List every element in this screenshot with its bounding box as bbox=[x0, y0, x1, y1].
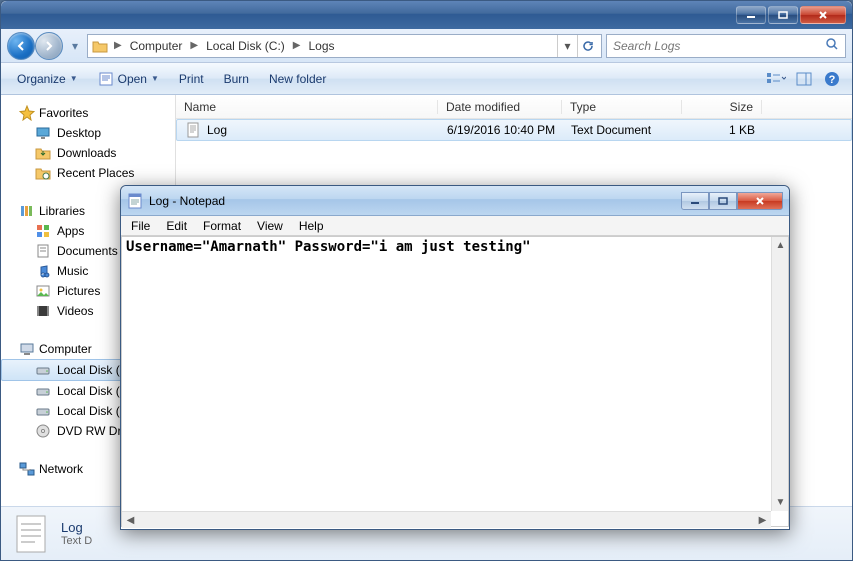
column-date[interactable]: Date modified bbox=[438, 100, 562, 114]
menu-edit[interactable]: Edit bbox=[158, 217, 195, 235]
column-size[interactable]: Size bbox=[682, 100, 762, 114]
notepad-titlebar[interactable]: Log - Notepad bbox=[121, 186, 789, 216]
search-icon bbox=[825, 37, 839, 54]
file-row[interactable]: Log 6/19/2016 10:40 PM Text Document 1 K… bbox=[176, 119, 852, 141]
breadcrumb-logs[interactable]: Logs bbox=[306, 39, 336, 53]
vertical-scrollbar[interactable]: ▲ ▼ bbox=[771, 237, 788, 511]
search-input[interactable] bbox=[613, 39, 839, 53]
notepad-minimize-button[interactable] bbox=[681, 192, 709, 210]
notepad-close-button[interactable] bbox=[737, 192, 783, 210]
print-button[interactable]: Print bbox=[171, 68, 212, 90]
scroll-left-icon[interactable]: ◀ bbox=[122, 512, 139, 529]
nav-recent-places[interactable]: Recent Places bbox=[1, 163, 175, 183]
column-name[interactable]: Name bbox=[176, 100, 438, 114]
file-name: Log bbox=[207, 123, 227, 137]
libraries-icon bbox=[19, 203, 35, 219]
dvd-icon bbox=[35, 423, 51, 439]
preview-pane-toggle[interactable] bbox=[792, 67, 816, 91]
documents-icon bbox=[35, 243, 51, 259]
menu-format[interactable]: Format bbox=[195, 217, 249, 235]
music-icon bbox=[35, 263, 51, 279]
drive-icon bbox=[35, 383, 51, 399]
back-button[interactable] bbox=[7, 32, 35, 60]
breadcrumb-computer[interactable]: Computer bbox=[128, 39, 185, 53]
details-file-type: Text D bbox=[61, 535, 92, 547]
scroll-right-icon[interactable]: ▶ bbox=[754, 512, 771, 529]
file-size: 1 KB bbox=[683, 123, 763, 137]
downloads-icon bbox=[35, 145, 51, 161]
minimize-button[interactable] bbox=[736, 6, 766, 24]
view-options[interactable] bbox=[764, 67, 788, 91]
burn-button[interactable]: Burn bbox=[216, 68, 257, 90]
open-menu[interactable]: Open ▼ bbox=[90, 68, 167, 90]
pictures-icon bbox=[35, 283, 51, 299]
notepad-title: Log - Notepad bbox=[149, 194, 675, 208]
chevron-right-icon[interactable]: ▶ bbox=[289, 40, 305, 51]
close-button[interactable] bbox=[800, 6, 846, 24]
column-type[interactable]: Type bbox=[562, 100, 682, 114]
new-folder-button[interactable]: New folder bbox=[261, 68, 334, 90]
svg-text:?: ? bbox=[829, 74, 836, 86]
navigation-row: ▾ ▶ Computer ▶ Local Disk (C:) ▶ Logs ▾ bbox=[1, 29, 852, 63]
recent-icon bbox=[35, 165, 51, 181]
scroll-up-icon[interactable]: ▲ bbox=[772, 237, 789, 254]
chevron-right-icon[interactable]: ▶ bbox=[110, 40, 126, 51]
search-box[interactable] bbox=[606, 34, 846, 58]
notepad-text-area[interactable]: Username="Amarnath" Password="i am just … bbox=[121, 236, 789, 527]
network-icon bbox=[19, 461, 35, 477]
notepad-maximize-button[interactable] bbox=[709, 192, 737, 210]
address-dropdown[interactable]: ▾ bbox=[557, 35, 577, 57]
organize-menu[interactable]: Organize ▼ bbox=[9, 68, 86, 90]
details-file-name: Log bbox=[61, 520, 92, 535]
favorites-group[interactable]: Favorites bbox=[1, 103, 175, 123]
file-type: Text Document bbox=[563, 123, 683, 137]
desktop-icon bbox=[35, 125, 51, 141]
refresh-button[interactable] bbox=[577, 35, 597, 57]
folder-icon bbox=[92, 39, 108, 53]
address-bar[interactable]: ▶ Computer ▶ Local Disk (C:) ▶ Logs ▾ bbox=[87, 34, 602, 58]
nav-desktop[interactable]: Desktop bbox=[1, 123, 175, 143]
column-headers: Name Date modified Type Size bbox=[176, 95, 852, 119]
breadcrumb-local-disk-c[interactable]: Local Disk (C:) bbox=[204, 39, 287, 53]
chevron-right-icon[interactable]: ▶ bbox=[186, 40, 202, 51]
drive-icon bbox=[35, 362, 51, 378]
star-icon bbox=[19, 105, 35, 121]
maximize-button[interactable] bbox=[768, 6, 798, 24]
history-dropdown[interactable]: ▾ bbox=[67, 32, 83, 60]
menu-file[interactable]: File bbox=[123, 217, 158, 235]
apps-icon bbox=[35, 223, 51, 239]
horizontal-scrollbar[interactable]: ◀ ▶ bbox=[122, 511, 771, 528]
text-file-icon bbox=[185, 122, 201, 138]
videos-icon bbox=[35, 303, 51, 319]
nav-downloads[interactable]: Downloads bbox=[1, 143, 175, 163]
drive-icon bbox=[35, 403, 51, 419]
notepad-icon bbox=[98, 72, 114, 86]
explorer-titlebar[interactable] bbox=[1, 1, 852, 29]
menu-help[interactable]: Help bbox=[291, 217, 332, 235]
forward-button[interactable] bbox=[35, 32, 63, 60]
scroll-down-icon[interactable]: ▼ bbox=[772, 494, 789, 511]
file-date: 6/19/2016 10:40 PM bbox=[439, 123, 563, 137]
command-bar: Organize ▼ Open ▼ Print Burn New folder … bbox=[1, 63, 852, 95]
notepad-icon bbox=[127, 193, 143, 209]
notepad-window: Log - Notepad File Edit Format View Help… bbox=[120, 185, 790, 530]
menu-view[interactable]: View bbox=[249, 217, 291, 235]
help-button[interactable]: ? bbox=[820, 67, 844, 91]
notepad-menubar: File Edit Format View Help bbox=[121, 216, 789, 236]
text-file-icon bbox=[11, 512, 51, 556]
computer-icon bbox=[19, 341, 35, 357]
